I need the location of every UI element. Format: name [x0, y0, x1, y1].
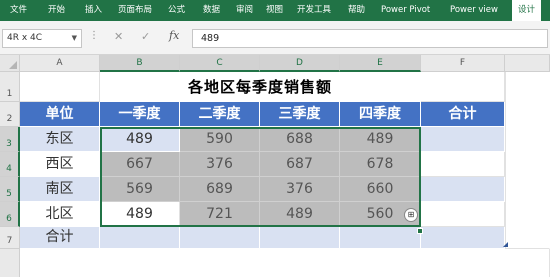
row-number: 2 [6, 114, 13, 124]
insert-function-icon[interactable]: fx [169, 29, 179, 42]
cell-g-area[interactable] [505, 72, 550, 249]
cell-north-q2[interactable]: 721 [180, 202, 260, 227]
cell-north-q3[interactable]: 489 [260, 202, 340, 227]
header-q1[interactable]: 一季度 [100, 102, 180, 127]
cell-east-q2[interactable]: 590 [180, 127, 260, 152]
cancel-icon[interactable]: ✕ [114, 30, 123, 43]
cell-total-total[interactable] [421, 227, 505, 249]
cell-west-q3[interactable]: 687 [260, 152, 340, 177]
column-header-e[interactable]: E [340, 55, 421, 72]
cell-west-q2[interactable]: 376 [180, 152, 260, 177]
cell-total-q4[interactable] [340, 227, 421, 249]
header-q2[interactable]: 二季度 [180, 102, 260, 127]
row-header-6[interactable]: 6 [0, 202, 20, 227]
row-number: 4 [6, 164, 12, 174]
tab-home[interactable]: 开始 [48, 0, 65, 21]
cell-total-label[interactable]: 合计 [20, 227, 100, 249]
cell-total-q1[interactable] [100, 227, 180, 249]
row-number: 5 [6, 189, 12, 199]
cell-unit-west[interactable]: 西区 [20, 152, 100, 177]
worksheet-grid: A B C D E F 1 2 3 4 5 6 7 各地区每季度销售额 单位 一… [0, 55, 550, 277]
quick-analysis-icon[interactable]: ⊞ [404, 208, 418, 222]
cell-unit-south[interactable]: 南区 [20, 177, 100, 202]
header-total[interactable]: 合计 [421, 102, 505, 127]
column-header-b[interactable]: B [100, 55, 180, 72]
cell-west-q1[interactable]: 667 [100, 152, 180, 177]
cell-unit-north[interactable]: 北区 [20, 202, 100, 227]
column-header-a[interactable]: A [20, 55, 100, 72]
header-unit[interactable]: 单位 [20, 102, 100, 127]
cell-row8[interactable] [20, 249, 550, 277]
header-q3[interactable]: 三季度 [260, 102, 340, 127]
select-all-icon [9, 61, 17, 69]
chevron-down-icon[interactable]: ▼ [72, 30, 77, 47]
tab-design[interactable]: 设计 [512, 0, 542, 21]
table-title[interactable]: 各地区每季度销售额 [100, 72, 420, 102]
row-header-blank [0, 249, 20, 277]
cell-south-q1[interactable]: 569 [100, 177, 180, 202]
tab-power-pivot[interactable]: Power Pivot [381, 0, 430, 21]
tab-file[interactable]: 文件 [10, 0, 27, 21]
row-header-5[interactable]: 5 [0, 177, 20, 202]
tab-insert[interactable]: 插入 [85, 0, 102, 21]
row-number: 1 [6, 89, 13, 99]
cell-f1[interactable] [421, 72, 505, 102]
tab-data[interactable]: 数据 [203, 0, 220, 21]
cell-north-q1[interactable]: 489 [100, 202, 180, 227]
formula-bar: 4R x 4C ▼ ⋮ ✕ ✓ fx 489 [0, 21, 550, 55]
cell-south-q4[interactable]: 660 [340, 177, 421, 202]
cell-east-q4[interactable]: 489 [340, 127, 421, 152]
cell-south-q2[interactable]: 689 [180, 177, 260, 202]
row-number: 6 [6, 214, 12, 224]
row-header-7[interactable]: 7 [0, 227, 20, 249]
tab-review[interactable]: 审阅 [236, 0, 253, 21]
row-header-3[interactable]: 3 [0, 127, 20, 152]
table-resize-handle[interactable] [503, 242, 508, 247]
name-box-value: 4R x 4C [7, 33, 43, 43]
row-header-4[interactable]: 4 [0, 152, 20, 177]
header-q4[interactable]: 四季度 [340, 102, 421, 127]
enter-icon[interactable]: ✓ [141, 30, 150, 43]
cell-north-total[interactable] [421, 202, 505, 227]
tab-developer[interactable]: 开发工具 [297, 0, 331, 21]
select-all-button[interactable] [0, 55, 20, 72]
cell-east-q1[interactable]: 489 [100, 127, 180, 152]
cell-south-q3[interactable]: 376 [260, 177, 340, 202]
row-header-1[interactable]: 1 [0, 72, 20, 102]
cell-south-total[interactable] [421, 177, 505, 202]
row-number: 3 [6, 139, 12, 149]
cell-total-q2[interactable] [180, 227, 260, 249]
tab-view[interactable]: 视图 [266, 0, 283, 21]
column-header-c[interactable]: C [180, 55, 260, 72]
tab-formulas[interactable]: 公式 [168, 0, 185, 21]
tab-power-view[interactable]: Power view [450, 0, 498, 21]
cell-unit-east[interactable]: 东区 [20, 127, 100, 152]
cell-east-total[interactable] [421, 127, 505, 152]
fill-handle[interactable] [417, 228, 423, 234]
name-box[interactable]: 4R x 4C ▼ [2, 29, 82, 48]
tab-help[interactable]: 帮助 [348, 0, 365, 21]
row-header-2[interactable]: 2 [0, 102, 20, 127]
row-number: 7 [6, 236, 13, 246]
column-header-f[interactable]: F [421, 55, 505, 72]
more-options-icon[interactable]: ⋮ [89, 30, 99, 41]
formula-input[interactable]: 489 [192, 29, 548, 48]
cell-a1[interactable] [20, 72, 100, 102]
column-header-d[interactable]: D [260, 55, 340, 72]
column-header-blank [505, 55, 550, 72]
cell-total-q3[interactable] [260, 227, 340, 249]
cell-west-q4[interactable]: 678 [340, 152, 421, 177]
cell-east-q3[interactable]: 688 [260, 127, 340, 152]
tab-page-layout[interactable]: 页面布局 [118, 0, 152, 21]
cell-west-total[interactable] [421, 152, 505, 177]
ribbon-tab-bar: 文件 开始 插入 页面布局 公式 数据 审阅 视图 开发工具 帮助 Power … [0, 0, 550, 21]
